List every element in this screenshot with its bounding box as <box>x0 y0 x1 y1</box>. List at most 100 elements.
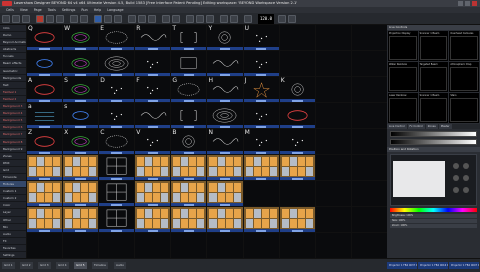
cue-cell[interactable] <box>315 181 351 206</box>
cue-cell[interactable] <box>135 155 171 180</box>
cue-cell[interactable]: C <box>99 129 135 154</box>
tab-grid-1[interactable]: Grid 1 <box>2 262 15 269</box>
cue-cell[interactable]: N <box>207 129 243 154</box>
maximize-button[interactable] <box>465 1 470 6</box>
projector-preview[interactable]: Targeted Beam <box>418 62 449 92</box>
color-slider[interactable] <box>390 208 477 212</box>
cue-cell[interactable] <box>351 207 387 232</box>
rotate-knob[interactable] <box>453 163 459 169</box>
cue-cell[interactable] <box>207 207 243 232</box>
position-canvas[interactable] <box>393 161 445 197</box>
tab-grid-5[interactable]: Grid 5 <box>74 262 87 269</box>
cue-cell[interactable] <box>315 25 351 50</box>
cue-cell[interactable] <box>171 155 207 180</box>
cue-cell[interactable] <box>351 181 387 206</box>
y-knob[interactable] <box>463 175 469 181</box>
cue-cell[interactable] <box>243 181 279 206</box>
x-knob[interactable] <box>453 175 459 181</box>
cue-cell[interactable]: Y <box>207 25 243 50</box>
cue-cell[interactable]: Q <box>27 25 63 50</box>
blackout-icon[interactable] <box>186 15 194 23</box>
cue-cell[interactable] <box>207 233 243 258</box>
category-item[interactable]: Tunnels <box>0 53 26 61</box>
close-button[interactable] <box>472 1 477 6</box>
z-knob[interactable] <box>453 187 459 193</box>
cue-cell[interactable]: S <box>63 77 99 102</box>
cue-cell[interactable] <box>279 25 315 50</box>
cue-cell[interactable] <box>315 103 351 128</box>
position-pad[interactable] <box>390 154 477 206</box>
timeline-icon[interactable] <box>162 15 170 23</box>
stop-icon[interactable] <box>36 15 44 23</box>
grid-icon[interactable] <box>70 15 78 23</box>
menu-settings[interactable]: Settings <box>62 8 76 12</box>
tab-live-control[interactable]: Live Control <box>387 124 407 129</box>
cue-cell[interactable] <box>279 155 315 180</box>
cue-cell[interactable] <box>279 207 315 232</box>
cue-cell[interactable]: K <box>279 77 315 102</box>
cue-cell[interactable] <box>99 207 135 232</box>
category-item[interactable]: Background 3 <box>0 103 26 111</box>
cue-cell[interactable]: Z <box>27 129 63 154</box>
cue-cell[interactable] <box>315 207 351 232</box>
tab-timeline[interactable]: Timeline <box>92 262 108 269</box>
category-item[interactable]: Beam effects <box>0 60 26 68</box>
cue-cell[interactable] <box>351 51 387 76</box>
cue-cell[interactable] <box>99 155 135 180</box>
cue-cell[interactable] <box>315 233 351 258</box>
cue-cell[interactable] <box>279 129 315 154</box>
cue-cell[interactable] <box>351 129 387 154</box>
preview-icon[interactable] <box>138 15 146 23</box>
projector-status[interactable]: Projector 1 FB4 0016 Ring 2m <box>418 262 448 269</box>
cue-cell[interactable]: a <box>27 103 63 128</box>
category-item[interactable]: Text <box>0 82 26 89</box>
category-item[interactable]: Mix <box>0 224 26 231</box>
brightness-value[interactable]: Brightness: 100% <box>390 214 477 218</box>
category-item[interactable]: Other <box>0 217 26 224</box>
speed-knob[interactable] <box>463 187 469 193</box>
dmx-icon[interactable] <box>114 15 122 23</box>
menu-page[interactable]: Page <box>34 8 42 12</box>
beat-icon[interactable] <box>244 15 252 23</box>
cue-cell[interactable] <box>135 207 171 232</box>
menu-view[interactable]: View <box>20 8 28 12</box>
cue-cell[interactable]: A <box>27 77 63 102</box>
category-item[interactable]: Background 7 <box>0 131 26 139</box>
projector-preview[interactable]: Scanner 1 Beam <box>418 31 449 61</box>
cue-cell[interactable]: G <box>171 77 207 102</box>
tab-fx-control[interactable]: Fx Control <box>407 124 425 129</box>
cue-cell[interactable]: E <box>99 25 135 50</box>
menu-run[interactable]: Run <box>81 8 87 12</box>
pause-all-icon[interactable] <box>196 15 204 23</box>
cue-cell[interactable] <box>243 103 279 128</box>
open-icon[interactable] <box>12 15 20 23</box>
category-item[interactable]: Background 5 <box>0 117 26 125</box>
category-item[interactable]: Layer <box>0 209 26 217</box>
minimize-button[interactable] <box>458 1 463 6</box>
cue-cell[interactable] <box>315 129 351 154</box>
category-item[interactable]: Custom 1 <box>0 188 26 196</box>
cue-cell[interactable]: R <box>135 25 171 50</box>
category-item[interactable]: Timecode <box>0 174 26 182</box>
cue-cell[interactable] <box>243 233 279 258</box>
cue-cell[interactable] <box>315 51 351 76</box>
settings-icon[interactable] <box>172 15 180 23</box>
cue-cell[interactable] <box>279 51 315 76</box>
projector-preview[interactable]: Projection Display <box>388 31 418 61</box>
cue-cell[interactable] <box>171 103 207 128</box>
category-item[interactable]: Background 9 <box>0 146 26 153</box>
cue-cell[interactable] <box>99 233 135 258</box>
category-item[interactable]: Demo <box>0 32 26 40</box>
cue-cell[interactable] <box>207 51 243 76</box>
cue-cell[interactable] <box>171 181 207 206</box>
cue-cell[interactable]: X <box>63 129 99 154</box>
projector-status[interactable]: Projector 1 FB4 0037 Ring 1mc <box>387 262 417 269</box>
category-item[interactable]: DMX <box>0 160 26 167</box>
cue-cell[interactable] <box>63 207 99 232</box>
category-item[interactable]: Custom 2 <box>0 195 26 203</box>
metronome-icon[interactable] <box>230 15 238 23</box>
cue-cell[interactable] <box>315 77 351 102</box>
cue-cell[interactable]: V <box>135 129 171 154</box>
enable-laser-icon[interactable] <box>278 15 286 23</box>
cue-cell[interactable] <box>27 181 63 206</box>
